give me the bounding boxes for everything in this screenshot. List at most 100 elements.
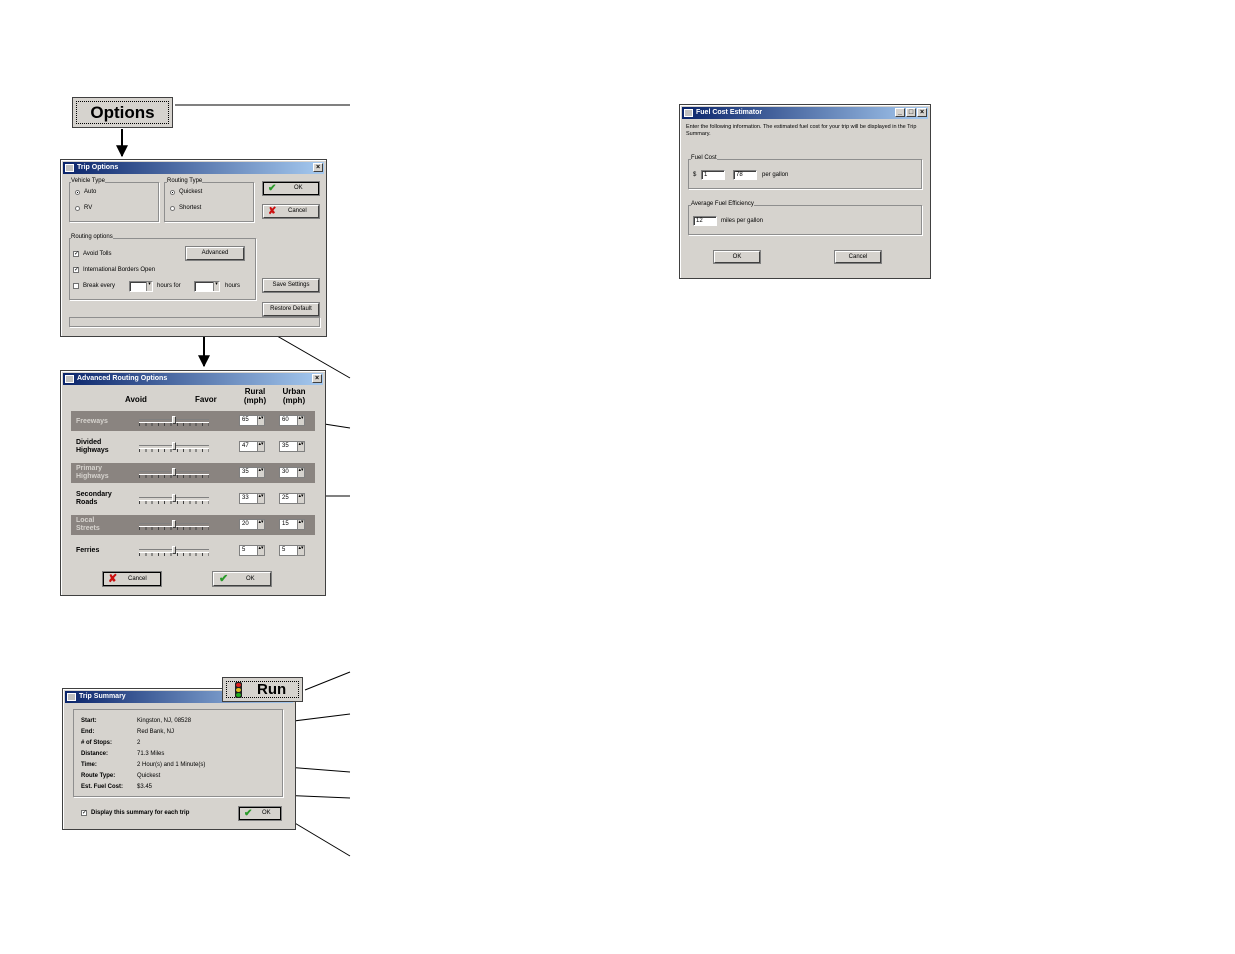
- urban-speed-value: 15: [282, 521, 289, 527]
- slider-thumb[interactable]: [172, 468, 176, 476]
- urban-speed-field[interactable]: 15 ▴▾: [279, 519, 305, 530]
- status-strip: [69, 317, 320, 327]
- slider-thumb[interactable]: [172, 494, 176, 502]
- road-label: Freeways: [76, 418, 108, 425]
- ok-button[interactable]: ✔ OK: [262, 181, 320, 196]
- spin-icon[interactable]: ▾: [213, 282, 219, 291]
- run-button[interactable]: Run: [222, 677, 303, 702]
- ok-label: OK: [246, 576, 255, 582]
- quickest-label: Quickest: [179, 189, 203, 195]
- spin-icon[interactable]: ▴▾: [257, 442, 264, 451]
- rural-speed-field[interactable]: 35 ▴▾: [239, 467, 265, 478]
- slider-thumb[interactable]: [172, 442, 176, 450]
- check-icon: ✔: [219, 573, 229, 585]
- road-label: Ferries: [76, 547, 100, 554]
- mpg-field[interactable]: 12: [693, 216, 717, 226]
- ok-button[interactable]: OK: [713, 250, 761, 264]
- urban-speed-field[interactable]: 25 ▴▾: [279, 493, 305, 504]
- hours-for-label: hours for: [157, 283, 181, 289]
- auto-label: Auto: [84, 189, 97, 195]
- summary-label: Time:: [81, 762, 97, 768]
- spin-icon[interactable]: ▴▾: [257, 546, 264, 555]
- spin-icon[interactable]: ▴▾: [297, 546, 304, 555]
- spin-icon[interactable]: ▴▾: [297, 520, 304, 529]
- rural-speed-field[interactable]: 33 ▴▾: [239, 493, 265, 504]
- road-row-divided-highways: Divided Highways 47 ▴▾ 35 ▴▾: [71, 437, 315, 457]
- dollars-field[interactable]: 1: [701, 170, 725, 180]
- preference-slider[interactable]: [139, 546, 209, 556]
- fuel-cost-titlebar: Fuel Cost Estimator _ □ ×: [682, 107, 928, 119]
- urban-speed-field[interactable]: 5 ▴▾: [279, 545, 305, 556]
- auto-radio[interactable]: [75, 190, 80, 195]
- international-borders-label: International Borders Open: [83, 267, 156, 273]
- preference-slider[interactable]: [139, 468, 209, 478]
- slider-thumb[interactable]: [172, 416, 176, 424]
- rural-speed-field[interactable]: 20 ▴▾: [239, 519, 265, 530]
- advanced-routing-title: Advanced Routing Options: [77, 375, 168, 382]
- close-icon[interactable]: ×: [312, 374, 322, 383]
- rural-speed-field[interactable]: 5 ▴▾: [239, 545, 265, 556]
- urban-speed-field[interactable]: 60 ▴▾: [279, 415, 305, 426]
- urban-speed-field[interactable]: 35 ▴▾: [279, 441, 305, 452]
- international-borders-checkbox[interactable]: ✓: [73, 267, 79, 273]
- advanced-button[interactable]: Advanced: [185, 246, 245, 261]
- options-button[interactable]: Options: [72, 97, 173, 128]
- rural-speed-field[interactable]: 65 ▴▾: [239, 415, 265, 426]
- urban-speed-field[interactable]: 30 ▴▾: [279, 467, 305, 478]
- routing-type-label: Routing Type: [167, 178, 203, 184]
- close-icon[interactable]: ×: [917, 108, 927, 117]
- avoid-header: Avoid: [125, 395, 147, 404]
- close-icon[interactable]: ×: [313, 163, 323, 172]
- rv-radio[interactable]: [75, 206, 80, 211]
- ok-button[interactable]: ✔ OK: [238, 806, 282, 821]
- summary-label: End:: [81, 729, 95, 735]
- spin-icon[interactable]: ▾: [146, 282, 152, 291]
- cancel-button[interactable]: Cancel: [834, 250, 882, 264]
- cancel-button[interactable]: ✘ Cancel: [102, 571, 162, 587]
- dollars-value: 1: [704, 172, 708, 178]
- slider-thumb[interactable]: [172, 546, 176, 554]
- display-summary-checkbox[interactable]: ✓: [81, 810, 87, 816]
- maximize-icon[interactable]: □: [906, 108, 916, 117]
- cents-field[interactable]: 78: [733, 170, 757, 180]
- restore-default-button[interactable]: Restore Default: [262, 302, 320, 317]
- rural-speed-value: 20: [242, 521, 249, 527]
- trip-options-dialog: Trip Options × Vehicle Type Auto RV Rout…: [60, 159, 327, 337]
- slider-thumb[interactable]: [172, 520, 176, 528]
- break-every-label: Break every: [83, 283, 116, 289]
- road-row-local-streets: Local Streets 20 ▴▾ 15 ▴▾: [71, 515, 315, 535]
- break-hours-field[interactable]: ▾: [129, 281, 153, 292]
- ok-button[interactable]: ✔ OK: [212, 571, 272, 587]
- miles-per-gallon-label: miles per gallon: [721, 218, 764, 224]
- preference-slider[interactable]: [139, 494, 209, 504]
- spin-icon[interactable]: ▴▾: [297, 468, 304, 477]
- cancel-label: Cancel: [128, 576, 147, 582]
- minimize-icon[interactable]: _: [895, 108, 905, 117]
- quickest-radio[interactable]: [170, 190, 175, 195]
- preference-slider[interactable]: [139, 416, 209, 426]
- restore-default-label: Restore Default: [270, 306, 312, 312]
- avoid-tolls-checkbox[interactable]: ✓: [73, 251, 79, 257]
- cancel-button[interactable]: ✘ Cancel: [262, 204, 320, 219]
- spin-icon[interactable]: ▴▾: [297, 416, 304, 425]
- spin-icon[interactable]: ▴▾: [297, 442, 304, 451]
- options-button-label: Options: [90, 103, 155, 122]
- shortest-radio[interactable]: [170, 206, 175, 211]
- spin-icon[interactable]: ▴▾: [257, 494, 264, 503]
- save-settings-button[interactable]: Save Settings: [262, 278, 320, 293]
- summary-value: Kingston, NJ, 08528: [137, 718, 192, 724]
- spin-icon[interactable]: ▴▾: [257, 468, 264, 477]
- urban-speed-value: 35: [282, 443, 289, 449]
- advanced-routing-titlebar: Advanced Routing Options ×: [63, 373, 323, 385]
- spin-icon[interactable]: ▴▾: [257, 520, 264, 529]
- spin-icon[interactable]: ▴▾: [257, 416, 264, 425]
- preference-slider[interactable]: [139, 442, 209, 452]
- spin-icon[interactable]: ▴▾: [297, 494, 304, 503]
- avoid-tolls-label: Avoid Tolls: [83, 251, 112, 257]
- break-every-checkbox[interactable]: [73, 283, 79, 289]
- break-duration-field[interactable]: ▾: [194, 281, 220, 292]
- road-label: Primary Highways: [76, 465, 109, 480]
- rural-speed-field[interactable]: 47 ▴▾: [239, 441, 265, 452]
- app-icon: [67, 693, 76, 701]
- preference-slider[interactable]: [139, 520, 209, 530]
